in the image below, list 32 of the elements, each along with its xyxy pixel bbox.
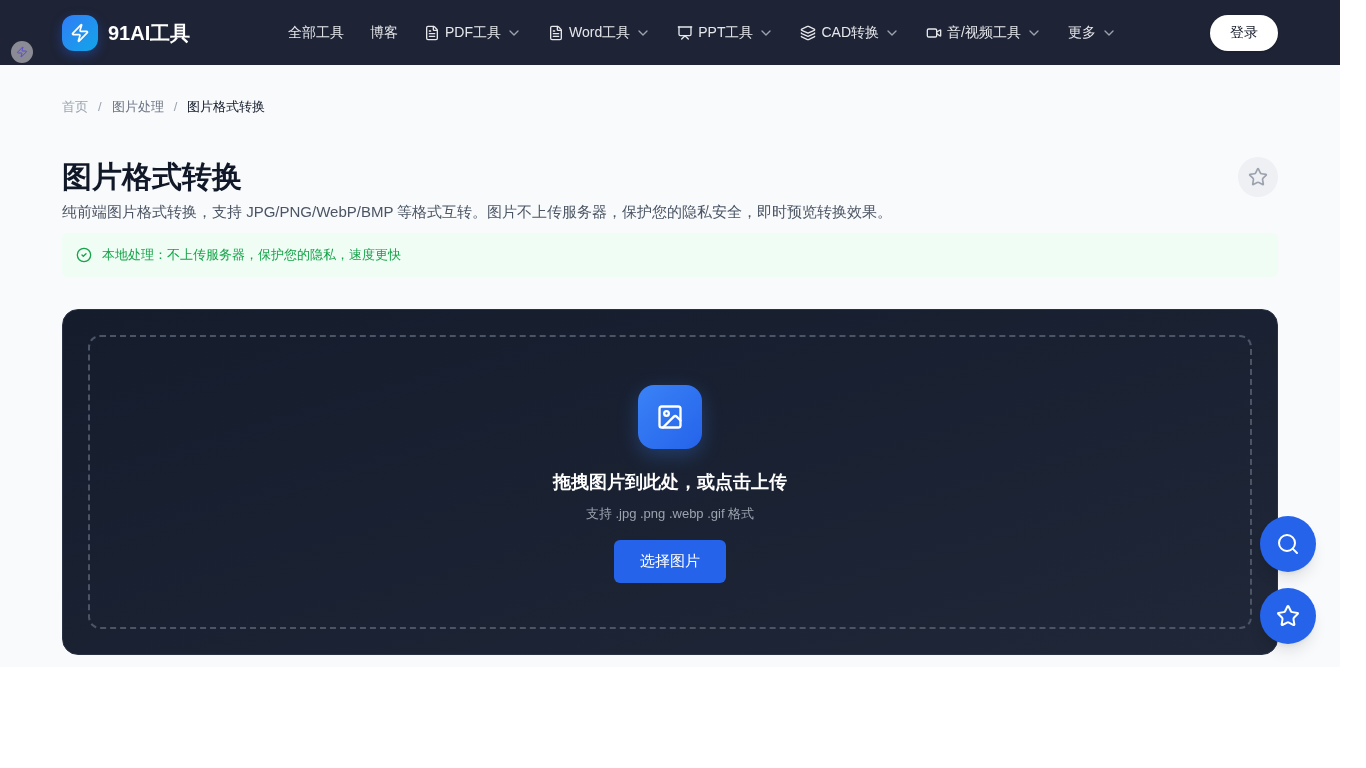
logo-text[interactable]: 91AI工具	[108, 17, 191, 48]
page-description: 纯前端图片格式转换，支持 JPG/PNG/WebP/BMP 等格式互转。图片不上传服务器，保护您的隐私安全，即时预览转换效果。	[62, 201, 894, 222]
nav-link[interactable]: PDF工具	[424, 22, 522, 43]
logo-icon[interactable]	[62, 14, 98, 51]
layers-icon	[800, 24, 817, 41]
check-circle-icon	[76, 247, 92, 263]
page-title: 图片格式转换	[62, 158, 242, 195]
search-icon	[1276, 532, 1300, 556]
nav-link[interactable]: Word工具	[548, 22, 652, 43]
nav-link[interactable]: 全部工具	[288, 22, 344, 43]
upload-heading: 拖拽图片到此处，或点击上传	[553, 471, 787, 494]
nav-link[interactable]: 音/视频工具	[926, 22, 1042, 43]
presentation-icon	[677, 24, 694, 41]
breadcrumb-separator: /	[173, 98, 178, 116]
breadcrumb-link[interactable]: 图片格式转换	[187, 97, 266, 117]
login-button[interactable]: 登录	[1210, 14, 1278, 51]
document-icon	[424, 24, 440, 41]
upload-hint: 支持 .jpg .png .webp .gif 格式	[585, 505, 755, 523]
nav-link[interactable]: 博客	[370, 22, 398, 43]
breadcrumb-link[interactable]: 图片处理	[111, 97, 164, 117]
nav-link[interactable]: 更多	[1067, 22, 1117, 43]
image-icon	[638, 385, 702, 449]
breadcrumb-separator: /	[98, 98, 102, 116]
star-icon	[1248, 166, 1268, 187]
star-icon	[1276, 604, 1300, 628]
document-icon	[548, 24, 564, 41]
notice-text: 本地处理：不上传服务器，保护您的隐私，速度更快	[102, 246, 401, 265]
floating-extension-icon[interactable]	[11, 41, 33, 63]
nav-link[interactable]: CAD转换	[800, 22, 900, 43]
nav-link[interactable]: PPT工具	[677, 22, 775, 43]
drop-zone[interactable]: 拖拽图片到此处，或点击上传 支持 .jpg .png .webp .gif 格式 选择图片	[88, 335, 1252, 629]
select-image-button[interactable]: 选择图片	[614, 539, 726, 583]
